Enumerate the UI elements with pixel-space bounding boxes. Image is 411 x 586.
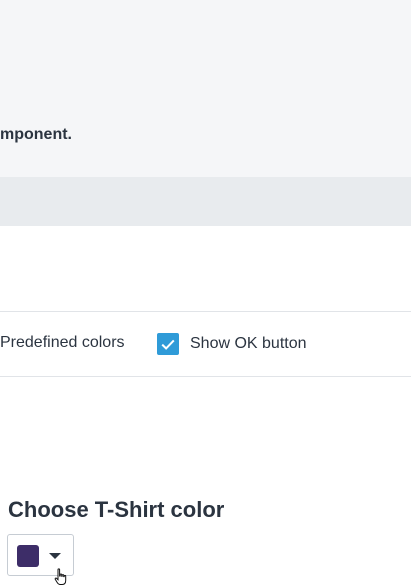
demo-description-area: mponent. <box>0 0 411 177</box>
show-ok-button-label: Show OK button <box>190 335 307 352</box>
demo-description-text: mponent. <box>0 126 72 143</box>
show-ok-button-checkbox[interactable] <box>157 333 179 355</box>
show-ok-button-option[interactable]: Show OK button <box>157 333 307 355</box>
predefined-colors-option[interactable]: Predefined colors <box>0 334 125 352</box>
demo-tabs-strip <box>0 177 411 226</box>
demo-title: Choose T-Shirt color <box>8 497 225 522</box>
configurator-options-row: Predefined colors Show OK button <box>0 311 411 377</box>
checkmark-icon <box>161 339 175 350</box>
selected-color-swatch <box>17 545 39 567</box>
color-picker-dropdown[interactable] <box>7 534 74 576</box>
chevron-down-icon[interactable] <box>49 553 61 559</box>
